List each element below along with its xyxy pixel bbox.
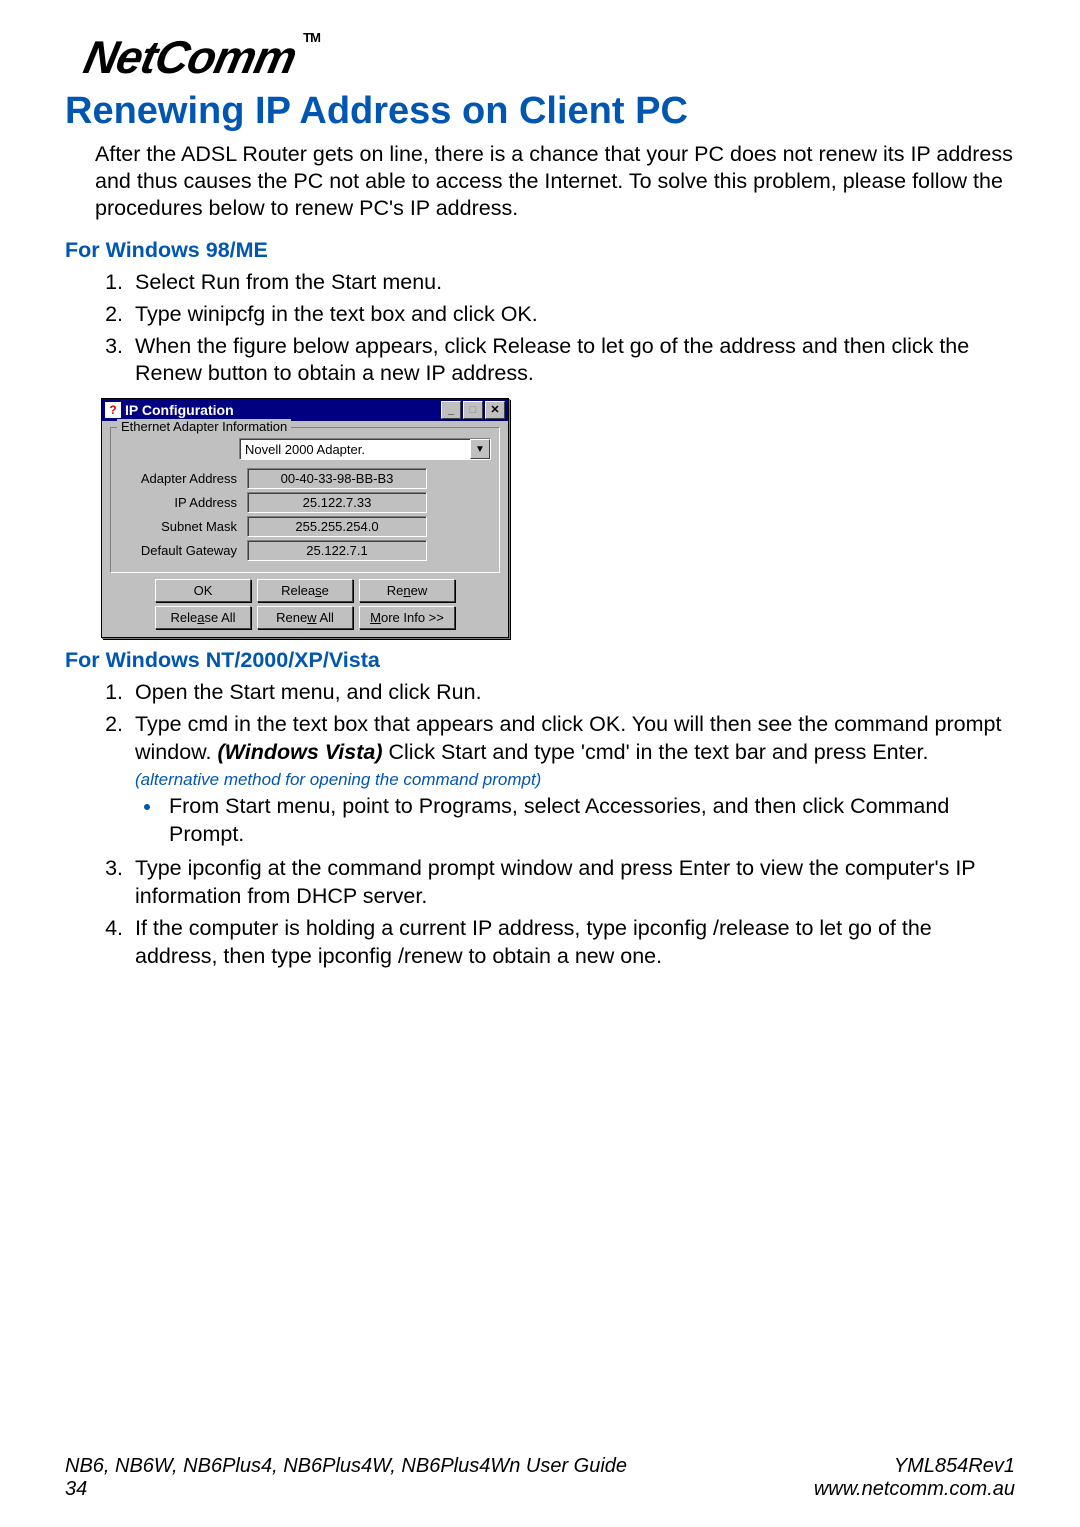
adapter-address-label: Adapter Address: [119, 468, 247, 489]
footer-guide: NB6, NB6W, NB6Plus4, NB6Plus4W, NB6Plus4…: [65, 1455, 627, 1478]
adapter-address-row: Adapter Address 00-40-33-98-BB-B3: [119, 468, 491, 489]
ethernet-adapter-group: Ethernet Adapter Information Novell 2000…: [110, 427, 500, 573]
footer-url: www.netcomm.com.au: [814, 1478, 1015, 1501]
release-all-button[interactable]: Release All: [155, 606, 251, 629]
maximize-button[interactable]: □: [463, 401, 483, 419]
ipconfig-window: ? IP Configuration _ □ ✕ Ethernet Adapte…: [101, 398, 509, 638]
adapter-select-value: Novell 2000 Adapter.: [240, 439, 470, 459]
win98-step-1: Select Run from the Start menu.: [129, 269, 1015, 297]
adapter-select[interactable]: Novell 2000 Adapter. ▼: [239, 438, 491, 460]
ip-address-row: IP Address 25.122.7.33: [119, 492, 491, 513]
chevron-down-icon[interactable]: ▼: [470, 439, 490, 459]
footer-revision: YML854Rev1: [814, 1455, 1015, 1478]
intro-paragraph: After the ADSL Router gets on line, ther…: [95, 141, 1015, 222]
win98-step-2: Type winipcfg in the text box and click …: [129, 301, 1015, 329]
alt-method-note: (alternative method for opening the comm…: [135, 769, 1015, 791]
ip-address-value: 25.122.7.33: [247, 492, 427, 513]
renew-button[interactable]: Renew: [359, 579, 455, 602]
default-gateway-label: Default Gateway: [119, 540, 247, 561]
adapter-address-value: 00-40-33-98-BB-B3: [247, 468, 427, 489]
more-info-button[interactable]: More Info >>: [359, 606, 455, 629]
winnt-steps: Open the Start menu, and click Run. Type…: [101, 679, 1015, 971]
renew-all-button[interactable]: Renew All: [257, 606, 353, 629]
winnt-step-4: If the computer is holding a current IP …: [129, 915, 1015, 971]
winnt-step-3: Type ipconfig at the command prompt wind…: [129, 855, 1015, 911]
minimize-button[interactable]: _: [441, 401, 461, 419]
default-gateway-value: 25.122.7.1: [247, 540, 427, 561]
winnt-vista-label: (Windows Vista): [217, 740, 382, 764]
brand-name: NetComm: [79, 31, 300, 83]
subnet-mask-label: Subnet Mask: [119, 516, 247, 537]
brand-logo: NetCommTM: [59, 30, 322, 84]
win98-step-3: When the figure below appears, click Rel…: [129, 333, 1015, 389]
ipconfig-body: Ethernet Adapter Information Novell 2000…: [102, 421, 508, 637]
win98-steps: Select Run from the Start menu. Type win…: [101, 269, 1015, 389]
ipconfig-button-row-1: OK Release Renew: [110, 579, 500, 602]
winnt-step-2-bullet: From Start menu, point to Programs, sele…: [163, 793, 1015, 849]
group-label: Ethernet Adapter Information: [117, 419, 291, 434]
ok-button[interactable]: OK: [155, 579, 251, 602]
win98-heading: For Windows 98/ME: [65, 238, 1015, 263]
ip-address-label: IP Address: [119, 492, 247, 513]
winnt-vista-text: Click Start and type 'cmd' in the text b…: [389, 740, 929, 764]
close-button[interactable]: ✕: [485, 401, 505, 419]
winnt-heading: For Windows NT/2000/XP/Vista: [65, 648, 1015, 673]
ipconfig-app-icon: ?: [105, 402, 121, 418]
winnt-step-2-bullets: From Start menu, point to Programs, sele…: [163, 793, 1015, 849]
page-footer: NB6, NB6W, NB6Plus4, NB6Plus4W, NB6Plus4…: [65, 1455, 1015, 1501]
ipconfig-titlebar: ? IP Configuration _ □ ✕: [102, 399, 508, 421]
release-button[interactable]: Release: [257, 579, 353, 602]
footer-page-number: 34: [65, 1478, 627, 1501]
winnt-step-2: Type cmd in the text box that appears an…: [129, 711, 1015, 849]
winnt-step-1: Open the Start menu, and click Run.: [129, 679, 1015, 707]
document-page: NetCommTM Renewing IP Address on Client …: [0, 0, 1080, 1527]
trademark-symbol: TM: [303, 30, 320, 45]
ipconfig-button-row-2: Release All Renew All More Info >>: [110, 606, 500, 629]
default-gateway-row: Default Gateway 25.122.7.1: [119, 540, 491, 561]
subnet-mask-row: Subnet Mask 255.255.254.0: [119, 516, 491, 537]
page-title: Renewing IP Address on Client PC: [65, 90, 1015, 133]
ipconfig-title-text: IP Configuration: [125, 402, 439, 418]
subnet-mask-value: 255.255.254.0: [247, 516, 427, 537]
